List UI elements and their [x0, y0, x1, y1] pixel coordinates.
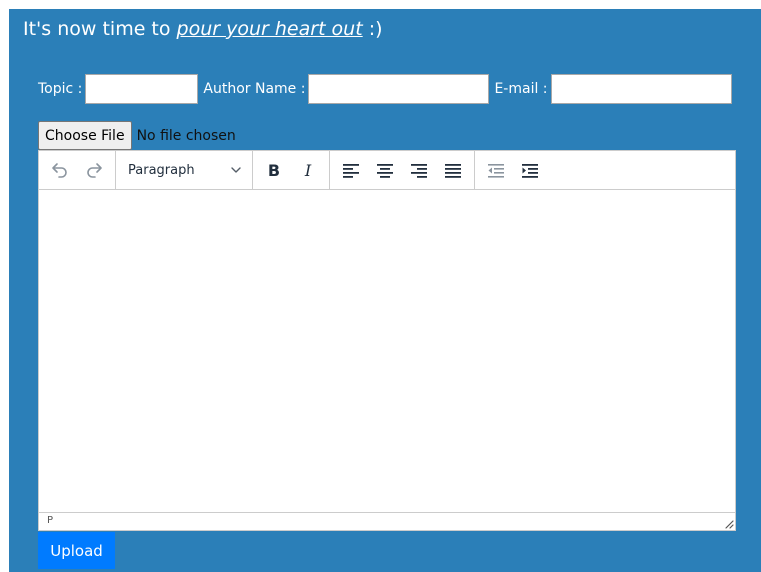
topic-label: Topic : [38, 81, 83, 97]
redo-icon [87, 163, 102, 178]
editor-content-area[interactable] [39, 190, 735, 512]
element-path[interactable]: P [47, 515, 53, 526]
heading-suffix: :) [362, 18, 383, 40]
indent-group [475, 151, 551, 189]
file-status: No file chosen [136, 127, 236, 144]
alignment-group [330, 151, 475, 189]
history-group [39, 151, 116, 189]
block-format-group: Paragraph [116, 151, 253, 189]
author-name-label: Author Name : [203, 81, 306, 97]
align-right-icon [411, 164, 427, 178]
form-panel: It's now time to pour your heart out :) … [9, 9, 761, 572]
choose-file-button[interactable]: Choose File [38, 121, 132, 150]
block-format-select[interactable]: Paragraph [120, 155, 248, 185]
heading-emphasis: pour your heart out [176, 18, 363, 40]
text-style-group: B I [253, 151, 330, 189]
align-justify-icon [445, 164, 461, 178]
author-name-input[interactable] [308, 74, 490, 104]
align-center-button[interactable] [368, 155, 402, 185]
bold-button[interactable]: B [257, 155, 291, 185]
align-justify-button[interactable] [436, 155, 470, 185]
undo-icon [52, 163, 67, 178]
email-input[interactable] [550, 74, 732, 104]
align-right-button[interactable] [402, 155, 436, 185]
block-format-value: Paragraph [128, 162, 195, 178]
align-left-icon [343, 164, 359, 178]
editor-statusbar: P [39, 512, 735, 530]
file-picker: Choose File No file chosen [38, 121, 236, 150]
italic-button[interactable]: I [291, 155, 325, 185]
align-center-icon [377, 164, 393, 178]
redo-button[interactable] [77, 155, 111, 185]
undo-button[interactable] [43, 155, 77, 185]
heading-prefix: It's now time to [23, 18, 177, 40]
email-label: E-mail : [494, 81, 548, 97]
rich-text-editor: Paragraph B I P [38, 150, 736, 531]
italic-icon: I [304, 160, 312, 180]
editor-toolbar: Paragraph B I [39, 151, 735, 190]
resize-handle-icon[interactable] [724, 519, 734, 529]
upload-button[interactable]: Upload [38, 532, 115, 569]
outdent-icon [488, 164, 504, 178]
outdent-button[interactable] [479, 155, 513, 185]
indent-button[interactable] [513, 155, 547, 185]
page-heading: It's now time to pour your heart out :) [23, 17, 383, 41]
topic-input[interactable] [85, 74, 199, 104]
align-left-button[interactable] [334, 155, 368, 185]
indent-icon [522, 164, 538, 178]
metadata-row: Topic : Author Name : E-mail : [38, 74, 732, 104]
chevron-down-icon [231, 167, 241, 173]
bold-icon: B [267, 160, 281, 180]
